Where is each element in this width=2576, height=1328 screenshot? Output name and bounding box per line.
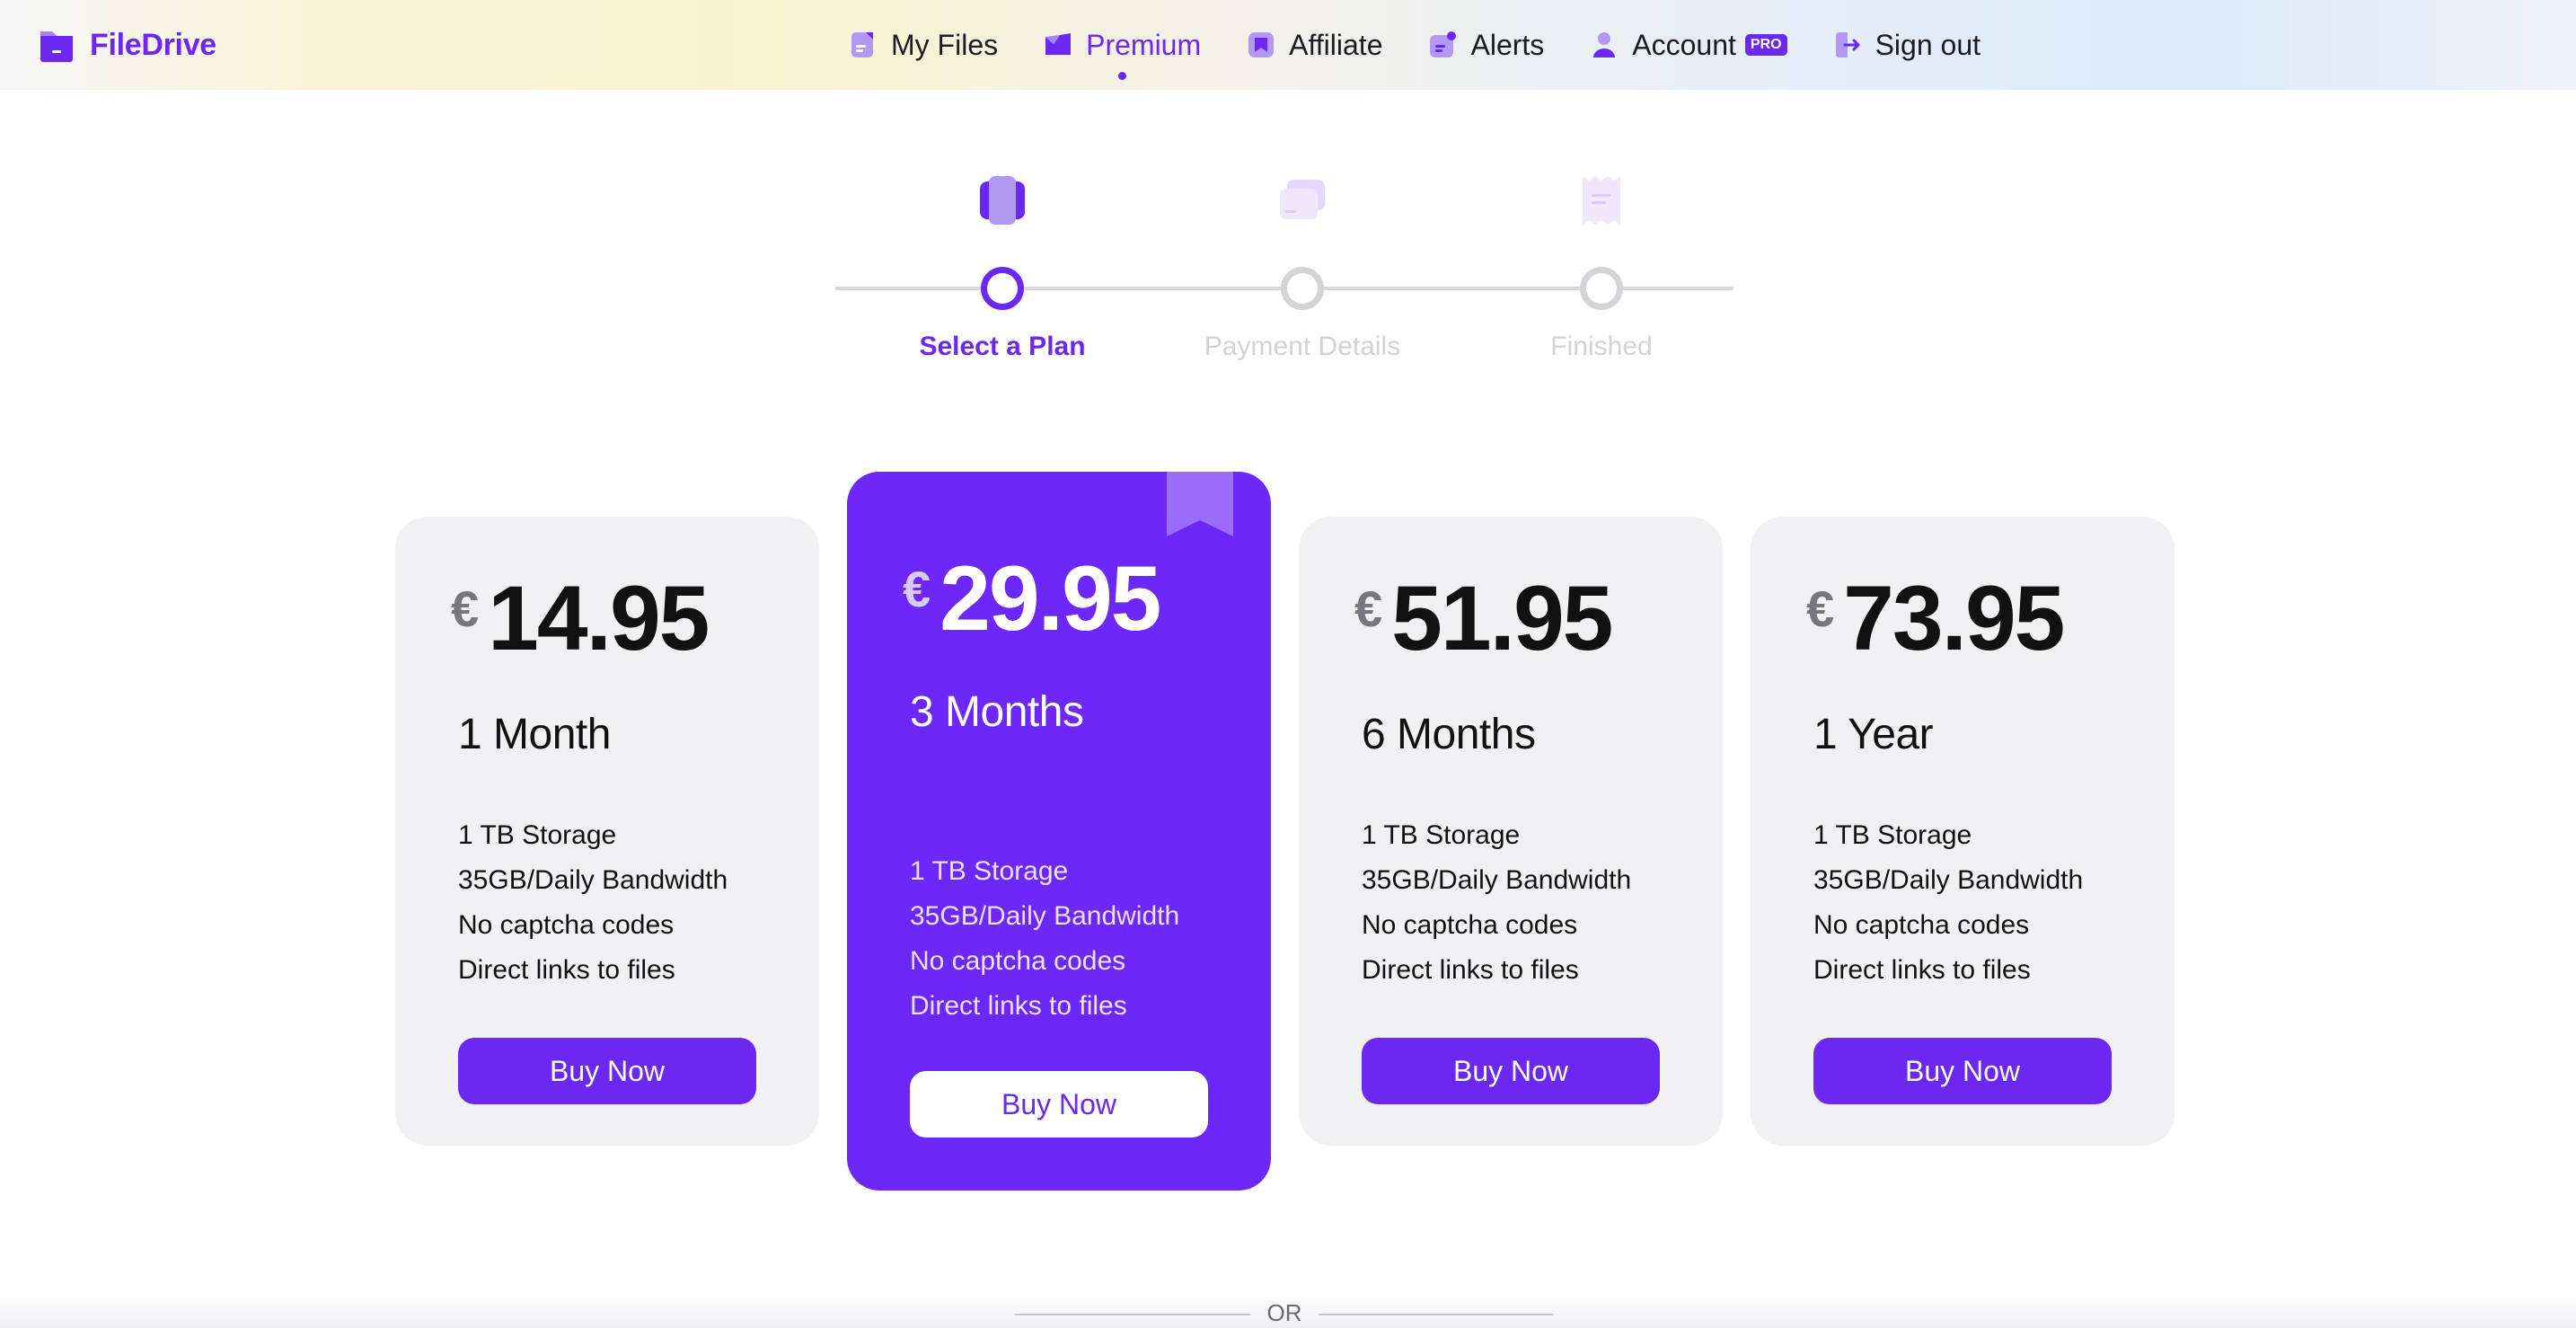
plan-card-1-year: € 73.95 1 Year 1 TB Storage 35GB/Daily B…	[1751, 517, 2175, 1146]
affiliate-icon	[1248, 32, 1275, 58]
plan-card-1-month: € 14.95 1 Month 1 TB Storage 35GB/Daily …	[395, 517, 819, 1146]
currency-symbol: €	[903, 561, 931, 617]
step-indicator	[981, 267, 1024, 310]
feature-item: Direct links to files	[1362, 955, 1579, 985]
price-amount: 51.95	[1391, 567, 1613, 669]
nav-label: Alerts	[1470, 28, 1545, 61]
plan-price: € 51.95	[1354, 567, 1613, 669]
nav-label: My Files	[891, 28, 999, 61]
feature-item: 1 TB Storage	[1813, 820, 1972, 850]
feature-item: Direct links to files	[910, 991, 1127, 1021]
plan-card-6-months: € 51.95 6 Months 1 TB Storage 35GB/Daily…	[1299, 517, 1723, 1146]
step-label: Select a Plan	[919, 332, 1086, 361]
price-amount: 73.95	[1843, 567, 2065, 669]
feature-item: 1 TB Storage	[1362, 820, 1521, 850]
feature-list: 1 TB Storage 35GB/Daily Bandwidth No cap…	[1362, 813, 1631, 993]
user-icon	[1593, 32, 1616, 58]
step-indicator	[1580, 267, 1623, 310]
feature-item: No captcha codes	[458, 910, 675, 940]
feature-item: Direct links to files	[1813, 955, 2031, 985]
feature-list: 1 TB Storage 35GB/Daily Bandwidth No cap…	[1813, 813, 2083, 993]
nav-label: Account	[1632, 28, 1736, 61]
feature-item: 35GB/Daily Bandwidth	[458, 865, 728, 895]
nav-item-alerts[interactable]: Alerts	[1427, 29, 1544, 62]
checkout-stepper: Select a Plan Payment Details Finished	[835, 171, 1734, 377]
plan-price: € 29.95	[903, 547, 1161, 650]
nav-item-my-files[interactable]: My Files	[848, 29, 998, 62]
active-indicator-dot	[1118, 71, 1127, 80]
brand-logo[interactable]: FileDrive	[38, 22, 216, 68]
step-indicator	[1281, 267, 1324, 310]
nav-item-sign-out[interactable]: Sign out	[1832, 29, 1981, 62]
feature-item: No captcha codes	[1813, 910, 2030, 940]
buy-now-button[interactable]: Buy Now	[910, 1071, 1208, 1138]
feature-item: 1 TB Storage	[458, 820, 617, 850]
feature-list: 1 TB Storage 35GB/Daily Bandwidth No cap…	[458, 813, 728, 993]
or-divider: OR	[1015, 1299, 1554, 1326]
feature-list: 1 TB Storage 35GB/Daily Bandwidth No cap…	[910, 849, 1179, 1029]
folder-icon	[40, 31, 73, 62]
nav-label: Affiliate	[1289, 28, 1383, 61]
buy-now-button[interactable]: Buy Now	[1362, 1038, 1660, 1104]
nav-label: Sign out	[1875, 28, 1981, 61]
step-label: Finished	[1550, 332, 1653, 361]
plan-duration: 3 Months	[910, 688, 1084, 736]
feature-item: 35GB/Daily Bandwidth	[910, 901, 1180, 931]
top-navigation-bar: FileDrive My Files Premium Affiliate Ale…	[0, 0, 2576, 90]
step-finished[interactable]: Finished	[1494, 171, 1709, 362]
feature-item: 35GB/Daily Bandwidth	[1362, 865, 1632, 895]
plan-card-3-months: € 29.95 3 Months 1 TB Storage 35GB/Daily…	[847, 472, 1271, 1191]
files-icon	[851, 32, 873, 58]
plan-duration: 1 Month	[458, 711, 611, 758]
bookmark-ribbon-icon	[1167, 472, 1233, 536]
nav-item-affiliate[interactable]: Affiliate	[1246, 29, 1382, 62]
currency-symbol: €	[1806, 580, 1835, 637]
buy-now-button[interactable]: Buy Now	[1813, 1038, 2112, 1104]
nav-item-account[interactable]: Account PRO	[1589, 28, 1787, 62]
step-label: Payment Details	[1204, 332, 1401, 361]
premium-icon	[1045, 33, 1072, 55]
divider-line	[1319, 1314, 1554, 1315]
bell-icon	[1430, 31, 1457, 58]
feature-item: 35GB/Daily Bandwidth	[1813, 865, 2084, 895]
pro-badge: PRO	[1744, 34, 1787, 56]
main-nav: My Files Premium Affiliate Alerts Accoun…	[848, 23, 2025, 80]
nav-label: Premium	[1086, 28, 1202, 61]
plan-cards-icon	[980, 176, 1025, 225]
payment-card-icon	[1280, 180, 1325, 219]
currency-symbol: €	[1354, 580, 1383, 637]
feature-item: No captcha codes	[910, 946, 1126, 976]
plan-price: € 14.95	[451, 567, 710, 669]
buy-now-button[interactable]: Buy Now	[458, 1038, 756, 1104]
feature-item: 1 TB Storage	[910, 856, 1069, 886]
feature-item: No captcha codes	[1362, 910, 1578, 940]
plan-duration: 6 Months	[1362, 711, 1536, 758]
brand-name: FileDrive	[90, 27, 216, 62]
nav-item-premium[interactable]: Premium	[1043, 28, 1202, 80]
price-amount: 29.95	[940, 547, 1161, 650]
plan-price: € 73.95	[1806, 567, 2065, 669]
step-select-plan[interactable]: Select a Plan	[895, 171, 1110, 362]
feature-item: Direct links to files	[458, 955, 675, 985]
currency-symbol: €	[451, 580, 480, 637]
receipt-icon	[1583, 176, 1620, 225]
price-amount: 14.95	[488, 567, 710, 669]
sign-out-icon	[1835, 32, 1860, 58]
step-payment-details[interactable]: Payment Details	[1195, 171, 1410, 362]
plan-duration: 1 Year	[1813, 711, 1934, 758]
